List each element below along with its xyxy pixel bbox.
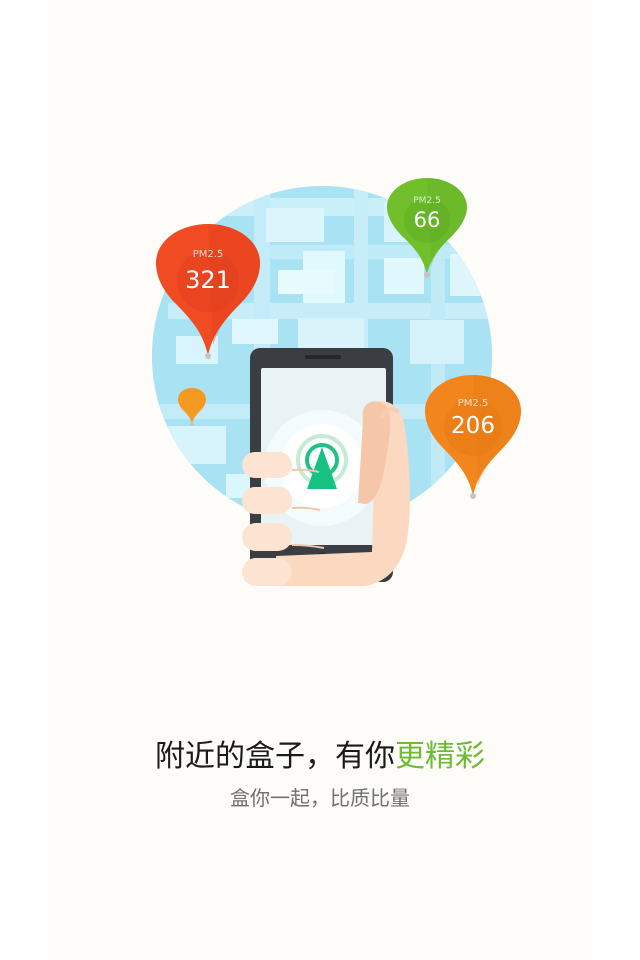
location-pin-pm25-206: PM2.5 206 xyxy=(425,375,521,499)
marker-metric-label: PM2.5 xyxy=(413,196,441,206)
page-title-main: 附近的盒子，有你 xyxy=(155,739,395,774)
marker-metric-value: 66 xyxy=(413,208,441,232)
location-pin-icon xyxy=(178,388,206,426)
marker-metric-label: PM2.5 xyxy=(192,249,224,260)
marker-metric-value: 321 xyxy=(185,266,231,294)
page-subtitle: 盒你一起，比质比量 xyxy=(230,786,410,810)
location-pin-pm25-66: PM2.5 66 xyxy=(387,178,467,278)
onboarding-screen: PM2.5 321 PM2.5 66 PM2.5 206 附近的盒子，有你更精彩… xyxy=(0,0,640,960)
marker-metric-value: 206 xyxy=(451,413,495,439)
page-title-highlight: 更精彩 xyxy=(395,739,485,774)
marker-metric-label: PM2.5 xyxy=(457,398,489,409)
nearby-box-illustration xyxy=(152,186,492,586)
location-pin-pm25-321: PM2.5 321 xyxy=(156,224,260,360)
small-location-pin xyxy=(178,388,206,426)
page-title: 附近的盒子，有你更精彩 xyxy=(48,735,592,779)
